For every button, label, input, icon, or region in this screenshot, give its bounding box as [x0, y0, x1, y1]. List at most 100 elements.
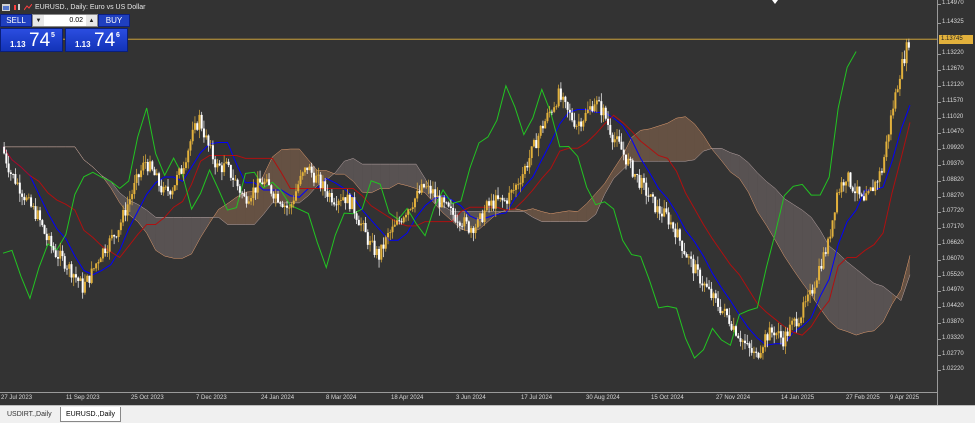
candle-body	[474, 227, 477, 234]
candle-body	[61, 250, 64, 257]
candle-body	[660, 213, 663, 217]
chart-area[interactable]	[0, 0, 975, 405]
candle-body	[557, 88, 560, 107]
candle-body	[887, 134, 890, 142]
candle-body	[205, 135, 208, 138]
candle-body	[79, 278, 82, 281]
price-chart[interactable]	[0, 0, 937, 392]
tab-usdirt-daily[interactable]: USDIRT.,Daily	[2, 408, 57, 421]
candle-body	[380, 244, 383, 260]
candle-body	[748, 343, 751, 349]
candle-body	[416, 190, 419, 199]
price-tick	[938, 117, 941, 119]
candle-body	[712, 293, 715, 298]
one-click-trading-panel: SELL ▼ ▲ BUY 1.13 74 5 1.13 74 6	[0, 14, 130, 52]
candle-body	[755, 351, 758, 353]
candle-body	[180, 168, 183, 174]
candle-body	[140, 170, 143, 178]
candle-body	[50, 235, 53, 247]
kumo-cloud-segment	[200, 217, 210, 238]
price-label: 1.03870	[942, 319, 964, 326]
candle-body	[364, 223, 367, 233]
candle-body	[757, 352, 760, 358]
time-label: 17 Jul 2024	[521, 395, 553, 401]
buy-button[interactable]: BUY	[98, 14, 130, 27]
candle-body	[523, 165, 526, 175]
chart-shift-marker[interactable]	[772, 0, 778, 4]
kumo-cloud-segment	[326, 170, 336, 180]
candle-body	[492, 200, 495, 209]
price-axis[interactable]: 1.14970 1.14325 1.13220 1.12670 1.12120 1.115…	[937, 0, 975, 405]
candle-body	[232, 177, 235, 180]
price-tick	[938, 101, 941, 103]
candle-body	[701, 283, 704, 286]
candle-body	[153, 169, 156, 176]
candle-body	[539, 125, 542, 136]
buy-price-button[interactable]: 1.13 74 6	[65, 28, 128, 52]
candle-body	[285, 205, 288, 208]
candle-body	[759, 353, 762, 358]
candle-body	[375, 248, 378, 255]
candle-body	[566, 102, 569, 110]
candle-body	[283, 205, 286, 208]
candle-body	[625, 154, 628, 165]
price-label: 1.12120	[942, 81, 964, 88]
candle-body	[39, 210, 42, 221]
price-label: 1.04970	[942, 287, 964, 294]
candle-body	[243, 193, 246, 197]
candle-body	[510, 190, 513, 193]
candle-body	[167, 186, 170, 192]
candle-body	[312, 172, 315, 183]
kumo-cloud-segment	[685, 116, 695, 162]
candle-body	[571, 112, 574, 121]
lot-increase-button[interactable]: ▲	[86, 15, 97, 26]
time-label: 11 Sep 2023	[66, 395, 100, 401]
kumo-cloud-segment	[371, 164, 381, 193]
price-tick	[938, 164, 941, 166]
lot-decrease-button[interactable]: ▼	[33, 15, 44, 26]
sell-button[interactable]: SELL	[0, 14, 32, 27]
tab-eurusd-daily[interactable]: EURUSD.,Daily	[60, 407, 122, 422]
candle-body	[654, 196, 657, 213]
candle-body	[685, 254, 688, 258]
candle-body	[335, 204, 338, 206]
candle-body	[351, 197, 354, 210]
candle-body	[72, 274, 75, 278]
candle-body	[694, 264, 697, 274]
candle-body	[683, 250, 686, 255]
candle-body	[535, 140, 538, 149]
candle-body	[674, 228, 677, 238]
lot-size-input[interactable]	[44, 15, 86, 26]
candle-body	[777, 331, 780, 334]
price-label: 1.08270	[942, 192, 964, 199]
candle-body	[483, 210, 486, 223]
candle-body	[692, 258, 695, 274]
sell-price-button[interactable]: 1.13 74 5	[0, 28, 63, 52]
candle-body	[620, 141, 623, 150]
candle-body	[27, 197, 30, 199]
price-tick	[938, 228, 941, 230]
candle-body	[696, 264, 699, 270]
candle-body	[793, 318, 796, 321]
candle-body	[488, 201, 491, 206]
candle-body	[133, 182, 136, 195]
candle-body	[532, 140, 535, 147]
candle-body	[885, 141, 888, 158]
candle-body	[860, 194, 863, 197]
candle-body	[874, 181, 877, 192]
price-tick	[938, 370, 941, 372]
candle-body	[797, 323, 800, 327]
candle-body	[584, 112, 587, 121]
candle-body	[398, 220, 401, 222]
candle-body	[512, 189, 515, 191]
candle-body	[90, 268, 93, 283]
time-axis[interactable]: 27 Jul 2023 11 Sep 2023 25 Oct 2023 7 Dec 2…	[0, 392, 937, 406]
candle-body	[743, 340, 746, 344]
candle-body	[207, 135, 210, 146]
candle-body	[162, 186, 165, 193]
candle-body	[485, 201, 488, 211]
candle-body	[526, 165, 529, 168]
candle-body	[270, 185, 273, 194]
candle-body	[225, 161, 228, 164]
buy-price-prefix: 1.13	[75, 40, 91, 49]
